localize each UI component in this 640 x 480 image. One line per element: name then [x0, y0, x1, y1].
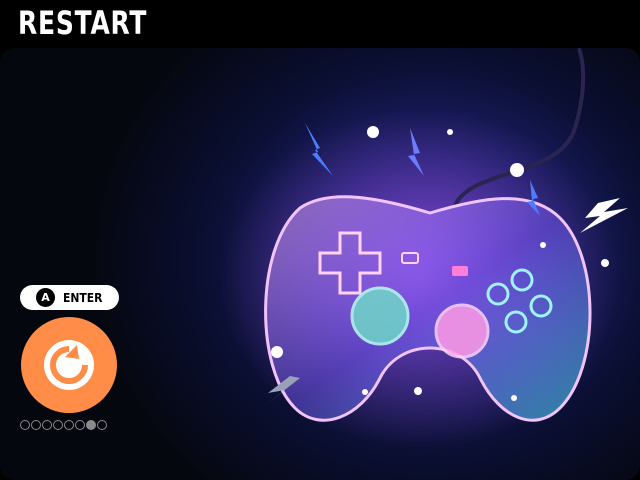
pagination-dot — [97, 420, 107, 430]
page-title: RESTART — [18, 4, 148, 42]
restart-button[interactable] — [21, 317, 117, 413]
restart-icon — [44, 340, 94, 390]
pagination-dot — [86, 420, 96, 430]
pagination-dot — [31, 420, 41, 430]
pagination-dot — [64, 420, 74, 430]
pagination-dots — [20, 420, 107, 430]
game-controller-artwork — [0, 48, 640, 480]
pagination-dot — [53, 420, 63, 430]
pagination-dot — [75, 420, 85, 430]
pagination-dot — [42, 420, 52, 430]
controller-illustration — [220, 48, 628, 448]
pagination-dot — [20, 420, 30, 430]
key-hint: A ENTER — [20, 285, 119, 310]
a-key-badge: A — [36, 288, 55, 307]
key-hint-label: ENTER — [63, 290, 103, 305]
